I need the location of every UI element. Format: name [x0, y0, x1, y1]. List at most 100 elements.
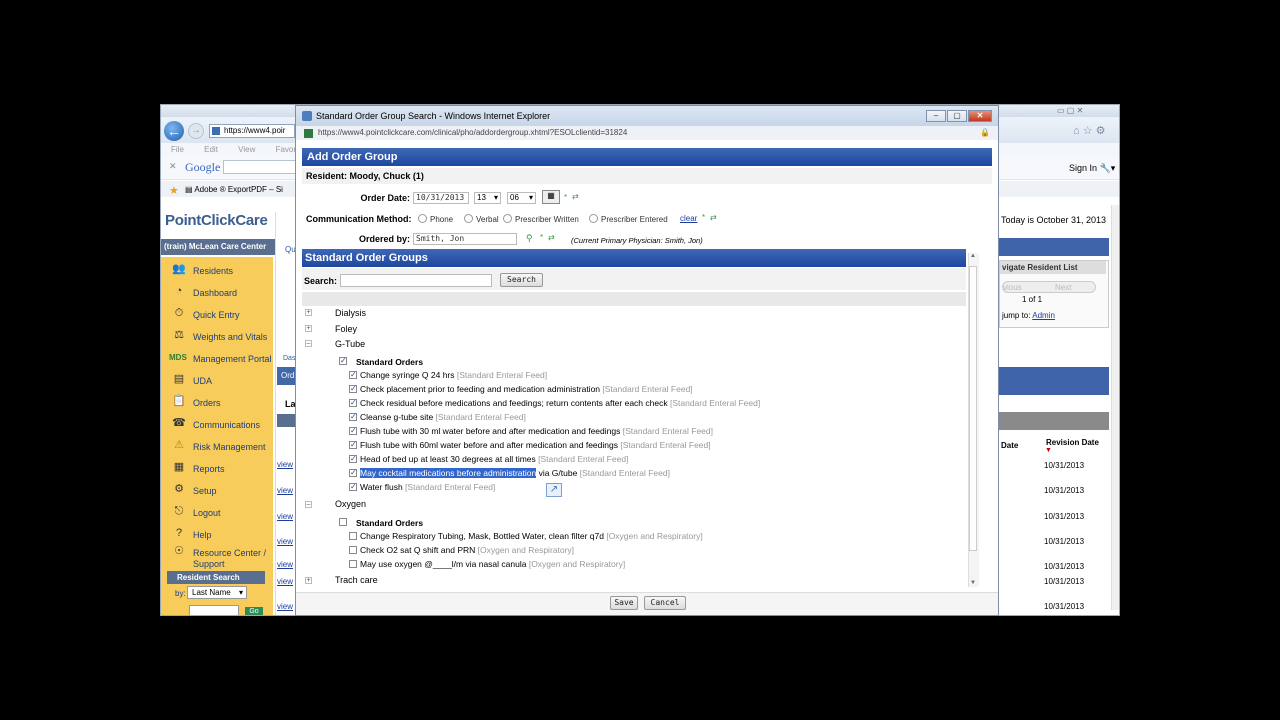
order-checkbox[interactable]: ✓	[349, 441, 357, 449]
reports-icon: ▦	[173, 461, 185, 473]
expand-icon[interactable]: +	[305, 309, 312, 316]
refresh-icon[interactable]: ⇄	[710, 213, 717, 222]
scrollbar-thumb[interactable]	[969, 266, 977, 551]
collapse-icon[interactable]: –	[305, 501, 312, 508]
back-icon[interactable]: ←	[164, 121, 184, 141]
group-oxygen[interactable]: Oxygen	[335, 499, 366, 509]
search-by-select[interactable]: Last Name	[187, 586, 247, 599]
revision-date-column-header[interactable]: Revision Date	[1046, 438, 1099, 447]
standard-orders-checkbox[interactable]	[339, 518, 347, 526]
scroll-down-icon[interactable]: ▼	[970, 580, 976, 586]
page-scrollbar[interactable]	[1111, 205, 1119, 610]
go-button[interactable]: Go	[245, 607, 263, 615]
order-checkbox[interactable]: ✓	[349, 399, 357, 407]
orders-section-header: Ord	[277, 367, 297, 385]
order-checkbox[interactable]	[349, 532, 357, 540]
navigate-title: vigate Resident List	[1000, 261, 1106, 274]
close-icon[interactable]: ✕	[169, 161, 177, 172]
refresh-icon[interactable]: ⇄	[548, 233, 555, 242]
home-star-gear-icons[interactable]: ⌂ ☆ ⚙	[1073, 124, 1105, 137]
order-checkbox[interactable]: ✓	[349, 371, 357, 379]
order-checkbox[interactable]	[349, 546, 357, 554]
logout-icon: ⎋	[174, 505, 184, 517]
google-logo: Google	[185, 160, 221, 174]
table-header-bar	[277, 414, 297, 427]
radio-verbal[interactable]: Verbal	[464, 214, 499, 224]
view-link[interactable]: view	[277, 460, 293, 469]
lock-icon[interactable]: 🔒	[980, 126, 990, 140]
expand-icon[interactable]: +	[305, 325, 312, 332]
group-gtube[interactable]: G-Tube	[335, 339, 365, 349]
sort-desc-icon: ▼	[1045, 447, 1052, 454]
resident-search-input[interactable]	[189, 605, 239, 615]
jump-admin-link[interactable]: Admin	[1032, 311, 1055, 320]
refresh-icon[interactable]: ⇄	[572, 192, 579, 201]
previous-button[interactable]: vious	[1003, 282, 1022, 294]
setup-icon: ⚙	[174, 483, 184, 495]
group-dialysis[interactable]: Dialysis	[335, 308, 366, 318]
address-bar[interactable]: https://www4.poir	[209, 124, 295, 138]
order-hour-select[interactable]: 13	[474, 192, 501, 204]
maximize-icon[interactable]: ▢	[947, 110, 967, 122]
order-checkbox[interactable]: ✓	[349, 427, 357, 435]
collapse-icon[interactable]: –	[305, 340, 312, 347]
wrench-icon[interactable]: 🔧▾	[1100, 163, 1116, 173]
forward-icon[interactable]: →	[188, 123, 204, 139]
order-item: Head of bed up at least 30 degrees at al…	[360, 454, 629, 464]
tab-dashboard[interactable]: Das	[283, 355, 295, 362]
revision-date-cell: 10/31/2013	[1044, 602, 1085, 611]
clear-link[interactable]: clear	[680, 214, 697, 223]
order-checkbox[interactable]: ✓	[349, 455, 357, 463]
save-button[interactable]: Save	[610, 596, 638, 610]
order-date-input[interactable]: 10/31/2013	[413, 192, 469, 204]
menu-file[interactable]: File	[171, 145, 184, 154]
view-link[interactable]: view	[277, 560, 293, 569]
favorite-adobe-link[interactable]: ▤ Adobe ® ExportPDF – Si	[185, 185, 283, 194]
order-checkbox[interactable]	[349, 560, 357, 568]
google-search-input[interactable]	[223, 160, 299, 174]
favorites-star-icon[interactable]: ★	[169, 184, 179, 197]
order-item: Check O2 sat Q shift and PRN [Oxygen and…	[360, 545, 575, 555]
expand-icon[interactable]: +	[305, 577, 312, 584]
view-link[interactable]: view	[277, 602, 293, 611]
uda-icon: ▤	[173, 373, 185, 385]
popup-address-bar: https://www4.pointclickcare.com/clinical…	[296, 126, 998, 140]
scroll-up-icon[interactable]: ▲	[970, 253, 976, 259]
order-minute-select[interactable]: 06	[507, 192, 536, 204]
search-button[interactable]: Search	[500, 273, 543, 287]
order-checkbox[interactable]: ✓	[349, 385, 357, 393]
warning-icon: ⚠	[174, 439, 184, 451]
communications-icon: ☎	[172, 417, 186, 429]
view-link[interactable]: view	[277, 577, 293, 586]
search-physician-icon[interactable]: ⚲	[526, 233, 533, 244]
order-checkbox[interactable]: ✓	[349, 469, 357, 477]
group-trach-care[interactable]: Trach care	[335, 575, 378, 585]
right-table-header: Date Revision Date ▼	[1001, 433, 1109, 455]
order-item: Water flush [Standard Enteral Feed]	[360, 482, 496, 492]
view-link[interactable]: view	[277, 512, 293, 521]
cancel-button[interactable]: Cancel	[644, 596, 686, 610]
radio-prescriber-entered[interactable]: Prescriber Entered	[589, 214, 668, 224]
view-link[interactable]: view	[277, 537, 293, 546]
radio-prescriber-written[interactable]: Prescriber Written	[503, 214, 579, 224]
minimize-icon[interactable]: –	[926, 110, 946, 122]
order-date-label: Order Date:	[360, 193, 410, 203]
group-foley[interactable]: Foley	[335, 324, 357, 334]
next-button[interactable]: Next	[1055, 282, 1071, 294]
order-checkbox[interactable]: ✓	[349, 483, 357, 491]
menu-view[interactable]: View	[238, 145, 255, 154]
expand-arrow-icon[interactable]: ↗	[546, 483, 562, 497]
order-checkbox[interactable]: ✓	[349, 413, 357, 421]
standard-orders-label: Standard Orders	[356, 518, 424, 528]
radio-phone[interactable]: Phone	[418, 214, 453, 224]
standard-orders-checkbox[interactable]: ✓	[339, 357, 347, 365]
calendar-icon[interactable]: ▦	[542, 190, 560, 204]
menu-edit[interactable]: Edit	[204, 145, 218, 154]
sign-in-link[interactable]: Sign In 🔧▾	[1069, 163, 1115, 174]
window-controls-icon[interactable]: ▭ ▢ ✕	[1057, 106, 1083, 115]
search-input[interactable]	[340, 274, 492, 287]
close-window-icon[interactable]: ✕	[968, 110, 992, 122]
view-link[interactable]: view	[277, 486, 293, 495]
ordered-by-input[interactable]: Smith, Jon	[413, 233, 517, 245]
date-column-header[interactable]: Date	[1001, 441, 1018, 450]
